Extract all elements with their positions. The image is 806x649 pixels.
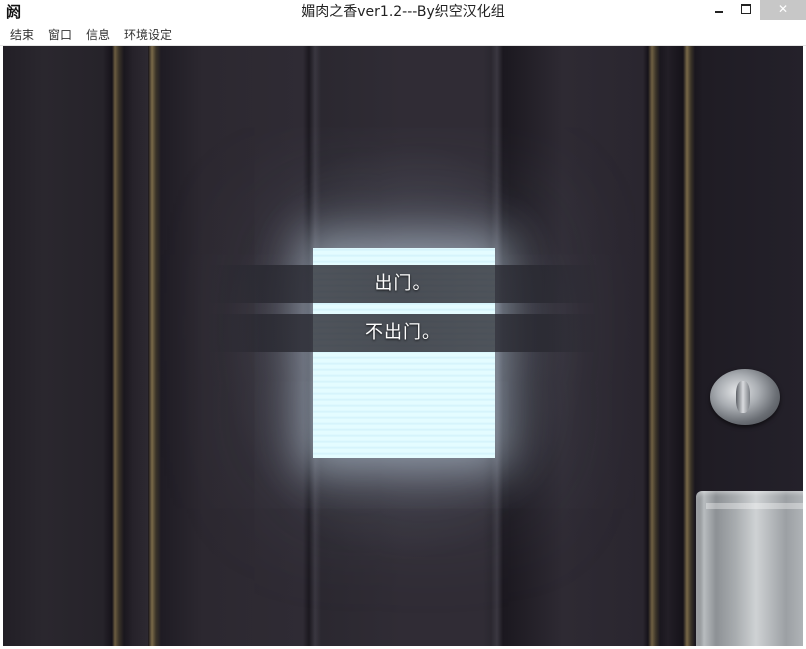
close-icon: ✕ bbox=[777, 2, 789, 16]
game-viewport[interactable]: 出门。 不出门。 bbox=[3, 46, 803, 646]
choice-go-out[interactable]: 出门。 bbox=[201, 265, 605, 303]
title-bar: 媚肉之香ver1.2---By织空汉化组 ✕ bbox=[0, 0, 806, 25]
menu-item-window[interactable]: 窗口 bbox=[48, 25, 72, 45]
close-button[interactable]: ✕ bbox=[760, 0, 806, 20]
door-knob bbox=[710, 369, 780, 425]
menu-bar: 结束 窗口 信息 环境设定 bbox=[0, 25, 806, 46]
choice-stay-in[interactable]: 不出门。 bbox=[201, 314, 605, 352]
maximize-icon bbox=[740, 4, 751, 14]
door-lock-plate bbox=[696, 491, 803, 646]
window-title: 媚肉之香ver1.2---By织空汉化组 bbox=[301, 4, 505, 20]
menu-item-settings[interactable]: 环境设定 bbox=[124, 25, 172, 45]
minimize-button[interactable] bbox=[705, 0, 732, 20]
maximize-button[interactable] bbox=[732, 0, 759, 20]
menu-item-end[interactable]: 结束 bbox=[10, 25, 34, 45]
menu-item-info[interactable]: 信息 bbox=[86, 25, 110, 45]
minimize-icon bbox=[714, 11, 723, 13]
